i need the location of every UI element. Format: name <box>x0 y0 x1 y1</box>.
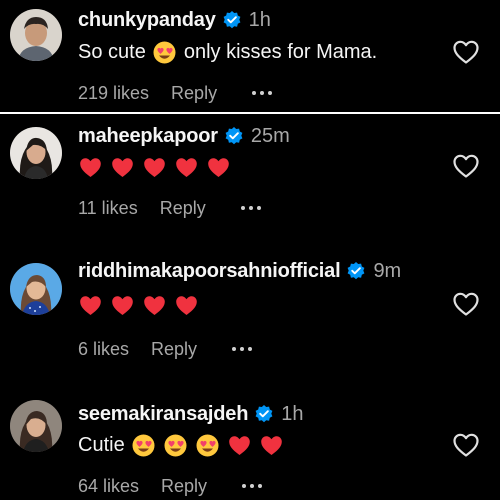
likes-count[interactable]: 11 likes <box>78 198 138 219</box>
red-heart-emoji <box>78 293 103 318</box>
reply-button[interactable]: Reply <box>151 339 197 360</box>
timestamp: 25m <box>250 124 290 147</box>
comment-item: seemakiransajdeh 1h Cutie 64 likes Reply <box>0 392 500 500</box>
likes-count[interactable]: 219 likes <box>78 83 149 104</box>
red-heart-emoji <box>259 433 284 458</box>
comment-item: riddhimakapoorsahniofficial 9m 6 likes R… <box>0 255 500 377</box>
comment-meta: 219 likes Reply <box>78 81 273 105</box>
verified-badge-icon <box>254 404 274 424</box>
comment-meta: 11 likes Reply <box>78 196 262 220</box>
avatar[interactable] <box>10 9 62 61</box>
comment-meta: 6 likes Reply <box>78 337 253 361</box>
comment-text: So cute only kisses for Mama. <box>78 36 383 68</box>
comment-text-part: only kisses for Mama. <box>183 40 378 63</box>
heart-outline-icon[interactable] <box>452 153 480 179</box>
comment-meta: 64 likes Reply <box>78 474 263 498</box>
comment-header: riddhimakapoorsahniofficial 9m <box>78 257 401 285</box>
username[interactable]: maheepkapoor <box>78 125 218 148</box>
timestamp: 1h <box>281 402 304 425</box>
red-heart-emoji <box>174 155 199 180</box>
avatar[interactable] <box>10 400 62 452</box>
comment-text: Cutie <box>78 429 291 461</box>
timestamp: 1h <box>248 8 271 31</box>
more-options-icon[interactable] <box>240 205 262 211</box>
heart-outline-icon[interactable] <box>452 39 480 65</box>
red-heart-emoji <box>110 155 135 180</box>
heart-outline-icon[interactable] <box>452 432 480 458</box>
red-heart-emoji <box>110 293 135 318</box>
reply-button[interactable]: Reply <box>171 83 217 104</box>
comment-panel-top: chunkypanday 1h So cute only kisses for … <box>0 0 500 112</box>
smiling-face-with-heart-eyes-emoji <box>195 433 220 458</box>
comment-text <box>78 151 238 183</box>
red-heart-emoji <box>227 433 252 458</box>
reply-button[interactable]: Reply <box>160 198 206 219</box>
username[interactable]: chunkypanday <box>78 9 216 32</box>
red-heart-emoji <box>78 155 103 180</box>
smiling-face-with-heart-eyes-emoji <box>152 40 177 65</box>
red-heart-emoji <box>142 155 167 180</box>
heart-outline-icon[interactable] <box>452 291 480 317</box>
comment-text-part: So cute <box>78 40 146 63</box>
verified-badge-icon <box>224 126 244 146</box>
comment-text-part: Cutie <box>78 433 125 456</box>
smiling-face-with-heart-eyes-emoji <box>163 433 188 458</box>
verified-badge-icon <box>222 10 242 30</box>
more-options-icon[interactable] <box>231 346 253 352</box>
comment-item: chunkypanday 1h So cute only kisses for … <box>0 0 500 112</box>
red-heart-emoji <box>142 293 167 318</box>
avatar[interactable] <box>10 127 62 179</box>
comment-header: maheepkapoor 25m <box>78 122 290 150</box>
reply-button[interactable]: Reply <box>161 476 207 497</box>
verified-badge-icon <box>346 261 366 281</box>
smiling-face-with-heart-eyes-emoji <box>131 433 156 458</box>
comment-text <box>78 289 206 321</box>
more-options-icon[interactable] <box>241 483 263 489</box>
comment-panel-bottom: maheepkapoor 25m 11 likes Reply riddhima… <box>0 114 500 500</box>
likes-count[interactable]: 6 likes <box>78 339 129 360</box>
username[interactable]: seemakiransajdeh <box>78 403 248 426</box>
red-heart-emoji <box>206 155 231 180</box>
comment-header: chunkypanday 1h <box>78 6 271 34</box>
likes-count[interactable]: 64 likes <box>78 476 139 497</box>
comment-item: maheepkapoor 25m 11 likes Reply <box>0 114 500 236</box>
red-heart-emoji <box>174 293 199 318</box>
avatar[interactable] <box>10 263 62 315</box>
comment-header: seemakiransajdeh 1h <box>78 400 304 428</box>
timestamp: 9m <box>373 259 402 282</box>
more-options-icon[interactable] <box>251 90 273 96</box>
username[interactable]: riddhimakapoorsahniofficial <box>78 260 341 283</box>
